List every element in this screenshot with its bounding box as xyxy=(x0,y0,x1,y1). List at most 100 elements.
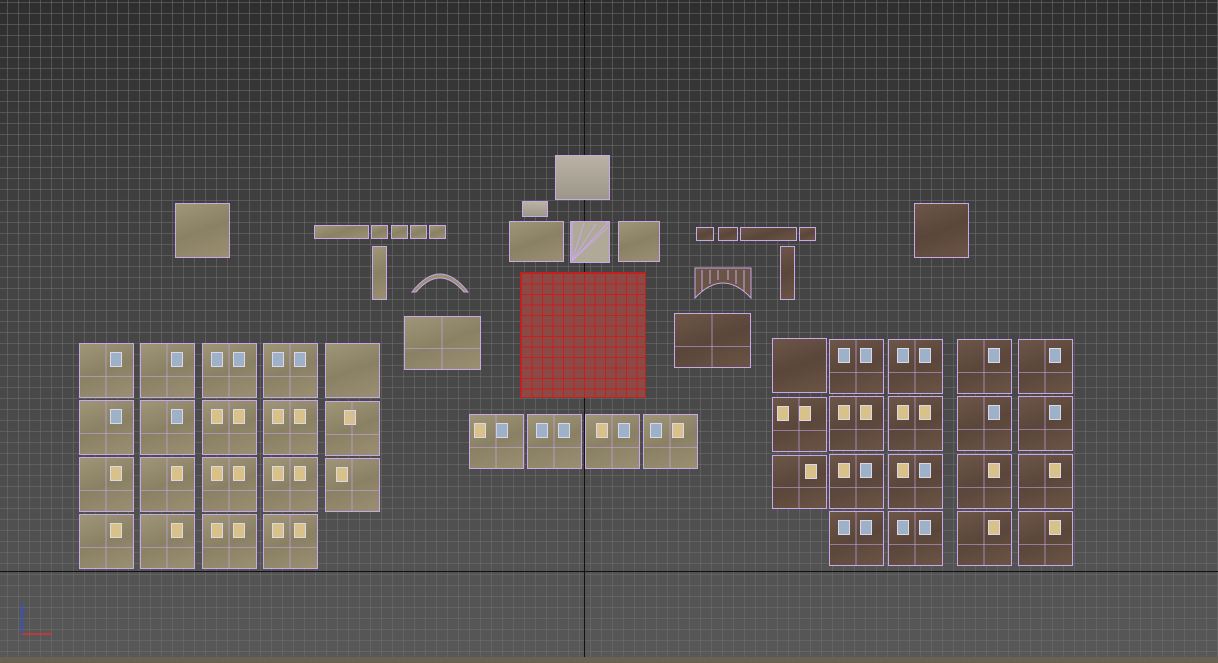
uv-island[interactable] xyxy=(829,454,884,509)
window-texture xyxy=(272,352,284,367)
uv-island[interactable] xyxy=(643,414,698,469)
uv-island[interactable] xyxy=(1018,454,1073,509)
uv-island[interactable] xyxy=(914,203,969,258)
uv-island[interactable] xyxy=(391,225,408,239)
window-texture xyxy=(496,423,508,438)
uv-island[interactable] xyxy=(527,414,582,469)
uv-island[interactable] xyxy=(140,343,195,398)
window-texture xyxy=(650,423,662,438)
window-texture xyxy=(294,352,306,367)
uv-island[interactable] xyxy=(585,414,640,469)
uv-island[interactable] xyxy=(888,339,943,394)
uv-island[interactable] xyxy=(555,155,610,200)
window-texture xyxy=(988,348,1000,363)
window-texture xyxy=(211,352,223,367)
arch-uv-island-right[interactable] xyxy=(694,266,752,300)
uv-island[interactable] xyxy=(140,400,195,455)
uv-island[interactable] xyxy=(263,343,318,398)
window-texture xyxy=(1049,463,1061,478)
uv-island[interactable] xyxy=(509,221,564,262)
window-texture xyxy=(294,409,306,424)
window-texture xyxy=(110,466,122,481)
arch-uv-island-left[interactable] xyxy=(410,262,470,296)
uv-island[interactable] xyxy=(79,514,134,569)
uv-island[interactable] xyxy=(772,455,827,509)
uv-island[interactable] xyxy=(1018,339,1073,394)
uv-island[interactable] xyxy=(957,511,1012,566)
uv-island[interactable] xyxy=(325,458,380,512)
uv-island[interactable] xyxy=(829,339,884,394)
uv-island[interactable] xyxy=(263,457,318,512)
window-texture xyxy=(988,520,1000,535)
uv-island[interactable] xyxy=(325,343,380,398)
uv-island[interactable] xyxy=(140,457,195,512)
uv-island[interactable] xyxy=(372,246,387,300)
window-texture xyxy=(171,523,183,538)
uv-island[interactable] xyxy=(888,511,943,566)
uv-editor-viewport[interactable]: z xyxy=(0,0,1218,663)
uv-island[interactable] xyxy=(202,457,257,512)
uv-island[interactable] xyxy=(772,338,827,393)
uv-island[interactable] xyxy=(780,246,795,300)
uv-island[interactable] xyxy=(429,225,446,239)
uv-island[interactable] xyxy=(957,454,1012,509)
uv-island[interactable] xyxy=(79,457,134,512)
window-texture xyxy=(860,463,872,478)
uv-island[interactable] xyxy=(404,316,481,370)
uv-island[interactable] xyxy=(888,454,943,509)
uv-island[interactable] xyxy=(140,514,195,569)
selected-uv-island[interactable] xyxy=(520,272,646,398)
window-texture xyxy=(897,348,909,363)
uv-island[interactable] xyxy=(1018,511,1073,566)
uv-island[interactable] xyxy=(79,400,134,455)
window-texture xyxy=(988,405,1000,420)
uv-island[interactable] xyxy=(772,397,827,452)
window-texture xyxy=(777,406,789,421)
uv-island[interactable] xyxy=(957,339,1012,394)
window-texture xyxy=(233,523,245,538)
uv-island[interactable] xyxy=(718,227,738,241)
quarter-circle-uv-island[interactable] xyxy=(570,221,610,263)
window-texture xyxy=(336,467,348,482)
window-texture xyxy=(558,423,570,438)
uv-island[interactable] xyxy=(202,400,257,455)
uv-island[interactable] xyxy=(799,227,816,241)
window-texture xyxy=(344,410,356,425)
window-texture xyxy=(838,405,850,420)
uv-island[interactable] xyxy=(469,414,524,469)
uv-island[interactable] xyxy=(325,401,380,456)
uv-island[interactable] xyxy=(522,201,548,217)
window-texture xyxy=(474,423,486,438)
uv-island[interactable] xyxy=(696,227,714,241)
uv-island[interactable] xyxy=(371,225,388,239)
uv-island[interactable] xyxy=(410,225,427,239)
uv-island[interactable] xyxy=(314,225,369,239)
uv-island[interactable] xyxy=(957,396,1012,451)
uv-island[interactable] xyxy=(202,514,257,569)
window-texture xyxy=(838,348,850,363)
uv-island[interactable] xyxy=(829,396,884,451)
uv-island[interactable] xyxy=(263,514,318,569)
uv-island[interactable] xyxy=(202,343,257,398)
uv-island[interactable] xyxy=(888,396,943,451)
window-texture xyxy=(860,348,872,363)
window-texture xyxy=(233,352,245,367)
window-texture xyxy=(860,405,872,420)
window-texture xyxy=(1049,520,1061,535)
uv-island[interactable] xyxy=(1018,396,1073,451)
uv-island[interactable] xyxy=(79,343,134,398)
window-texture xyxy=(272,409,284,424)
window-texture xyxy=(596,423,608,438)
window-texture xyxy=(799,406,811,421)
window-texture xyxy=(294,466,306,481)
uv-island[interactable] xyxy=(263,400,318,455)
window-texture xyxy=(211,466,223,481)
uv-island[interactable] xyxy=(674,313,751,368)
window-texture xyxy=(897,405,909,420)
window-texture xyxy=(536,423,548,438)
window-texture xyxy=(272,523,284,538)
uv-island[interactable] xyxy=(618,221,660,262)
uv-island[interactable] xyxy=(829,511,884,566)
uv-island[interactable] xyxy=(175,203,230,258)
uv-island[interactable] xyxy=(740,227,797,241)
